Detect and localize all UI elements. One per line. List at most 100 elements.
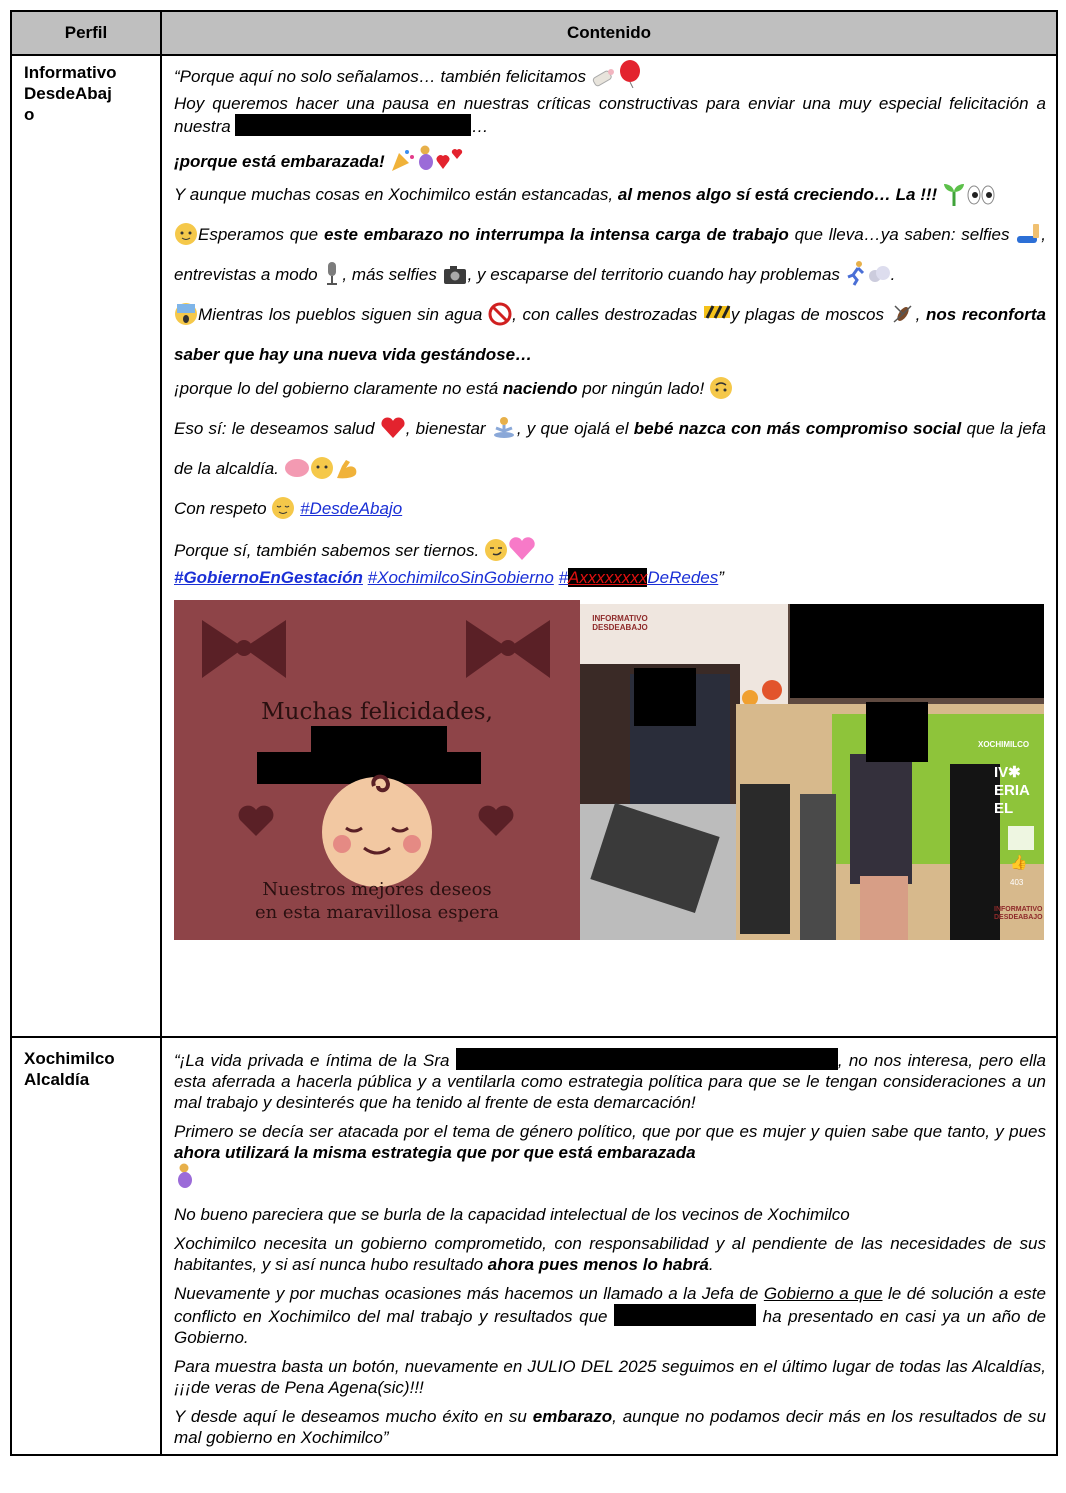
post-paragraph: Esperamos que este embarazo no interrump… — [174, 218, 1046, 298]
redaction-box — [235, 114, 472, 136]
post-text: que lleva…ya saben: selfies — [794, 225, 1010, 244]
profile-name-line: Informativo — [24, 63, 117, 82]
hashtag-link[interactable]: #GobiernoEnGestación — [174, 568, 363, 587]
post-paragraph: Hoy queremos hacer una pausa en nuestras… — [174, 93, 1046, 137]
post-text-underlined: Gobierno a que — [763, 1284, 883, 1303]
hashtag-hash: # — [558, 568, 569, 587]
greeting-card-image: Muchas felicidades, Nuestros mejores des… — [174, 600, 580, 940]
post-paragraph: Para muestra basta un botón, nuevamente … — [174, 1357, 1046, 1397]
post-text: “¡La vida privada e íntima de la Sra — [174, 1051, 450, 1070]
post-text: , — [915, 305, 921, 324]
flexed-biceps-icon — [334, 456, 360, 492]
post-text: Con respeto — [174, 499, 267, 518]
party-popper-icon — [389, 147, 415, 178]
photo-collage-image: INFORMATIVO DESDEABAJO INFORMATIVO DESDE… — [580, 604, 1044, 940]
construction-icon — [703, 302, 731, 338]
hashtag-link[interactable]: #DesdeAbajo — [300, 499, 402, 518]
profile-name-line: o — [24, 105, 35, 124]
brain-icon — [284, 458, 310, 492]
post-text: y plagas de moscos — [730, 305, 884, 324]
mosquito-icon — [890, 302, 916, 338]
thumbs-up-icon: 👍 — [1010, 854, 1028, 870]
post-paragraph: ¡porque está embarazada! — [174, 145, 1046, 178]
redaction-box — [455, 1048, 838, 1070]
post-text: “Porque aquí no solo señalamos… también … — [174, 67, 586, 86]
redaction-box — [614, 1304, 757, 1326]
content-table: Perfil Contenido Informativo DesdeAbaj o… — [10, 10, 1058, 1456]
post-text: ¡porque lo del gobierno claramente no es… — [174, 379, 499, 398]
header-content: Contenido — [160, 10, 1058, 56]
post-paragraph: Y desde aquí le deseamos mucho éxito en … — [174, 1406, 1046, 1448]
baby-face-icon — [174, 222, 198, 258]
post-text: ” — [718, 568, 724, 587]
collage-photos — [580, 604, 1044, 940]
card-subtitle-line: en esta maravillosa espera — [254, 902, 500, 923]
seedling-icon — [942, 180, 966, 218]
post-text: , bienestar — [405, 419, 486, 438]
post-text: . — [708, 1255, 714, 1274]
post-text: Eso sí: le deseamos salud — [174, 419, 375, 438]
redacted-hashtag-part: Axxxxxxxx — [568, 568, 648, 587]
scared-face-icon — [174, 302, 198, 338]
running-person-icon — [845, 260, 867, 298]
post-text: Y desde aquí le deseamos mucho éxito en … — [174, 1407, 527, 1426]
post-text-bold: naciendo — [502, 379, 578, 398]
post-paragraph: Nuevamente y por muchas ocasiones más ha… — [174, 1283, 1046, 1348]
eyes-icon — [966, 184, 996, 218]
pregnant-woman-icon — [415, 145, 435, 178]
post-text: Porque sí, también sabemos ser tiernos. — [174, 541, 480, 560]
post-text-bold: este embarazo no interrumpa la intensa c… — [323, 225, 789, 244]
hashtag-link[interactable]: #AxxxxxxxxDeRedes — [558, 568, 719, 587]
post-paragraph: ¡porque lo del gobierno claramente no es… — [174, 372, 1046, 412]
post-text: Mientras los pueblos siguen sin agua — [198, 305, 483, 324]
post-paragraph: “Porque aquí no solo señalamos… también … — [174, 60, 1046, 93]
post-paragraph: #GobiernoEnGestación #XochimilcoSinGobie… — [174, 567, 1046, 588]
post-paragraph: Eso sí: le deseamos salud , bienestar , … — [174, 412, 1046, 492]
card-title: Muchas felicidades, — [261, 699, 493, 725]
card-subtitle-line: Nuestros mejores deseos — [262, 879, 492, 900]
post-text-bold: ¡porque está embarazada! — [174, 152, 385, 171]
post-text: … — [471, 117, 489, 136]
post-text: , más selfies — [342, 265, 437, 284]
post-text: , con calles destrozadas — [512, 305, 698, 324]
xochimilco-label: XOCHIMILCO — [978, 740, 1030, 749]
post-text: Nuevamente y por muchas ocasiones más ha… — [174, 1284, 759, 1303]
post-text: . — [890, 265, 896, 284]
post-text-bold: al menos algo sí está creciendo… La !!! — [617, 185, 938, 204]
post-text: Esperamos que — [198, 225, 319, 244]
profile-cell: Xochimilco Alcaldía — [10, 1036, 162, 1456]
smirk-face-icon — [484, 538, 508, 567]
camera-icon — [442, 264, 468, 298]
post-content-cell: “¡La vida privada e íntima de la Sra , n… — [160, 1036, 1058, 1456]
meditation-icon — [491, 416, 517, 452]
card-subtitle: Nuestros mejores deseos en esta maravill… — [174, 878, 580, 924]
header-profile: Perfil — [10, 10, 162, 56]
hashtag-end: DeRedes — [647, 568, 719, 587]
dash-icon — [867, 264, 891, 298]
feria-banner-text: IV✱ ERIA EL — [994, 764, 1030, 817]
baby-face-icon — [310, 456, 334, 492]
selfie-arm-icon — [1015, 222, 1041, 258]
post-text-bold: ahora utilizará la misma estrategia que … — [174, 1143, 696, 1162]
baby-bottle-icon — [591, 66, 617, 93]
logo-text: DESDEABAJO — [994, 914, 1043, 921]
informativo-logo: INFORMATIVO DESDEABAJO — [588, 614, 652, 632]
post-text: , y escaparse del territorio cuando hay … — [467, 265, 840, 284]
post-paragraph: “¡La vida privada e íntima de la Sra , n… — [174, 1048, 1046, 1113]
post-paragraph: Mientras los pueblos siguen sin agua , c… — [174, 298, 1046, 372]
post-paragraph: Porque sí, también sabemos ser tiernos. — [174, 536, 1046, 567]
post-text: por ningún lado! — [582, 379, 705, 398]
post-text: Primero se decía ser atacada por el tema… — [174, 1122, 1046, 1141]
post-paragraph: Y aunque muchas cosas en Xochimilco está… — [174, 178, 1046, 218]
profile-cell: Informativo DesdeAbaj o — [10, 54, 162, 1038]
profile-name-line: DesdeAbaj — [24, 84, 112, 103]
post-content-cell: “Porque aquí no solo señalamos… también … — [160, 54, 1058, 1038]
profile-name-line: Alcaldía — [24, 1070, 90, 1089]
post-images: Muchas felicidades, Nuestros mejores des… — [174, 596, 1046, 942]
profile-name-line: Xochimilco — [24, 1049, 115, 1068]
relieved-face-icon — [271, 496, 295, 532]
hashtag-link[interactable]: #XochimilcoSinGobierno — [368, 568, 554, 587]
logo-text: INFORMATIVO — [994, 906, 1043, 913]
no-water-icon — [488, 302, 512, 338]
table-row: Xochimilco Alcaldía “¡La vida privada e … — [10, 1036, 1058, 1456]
